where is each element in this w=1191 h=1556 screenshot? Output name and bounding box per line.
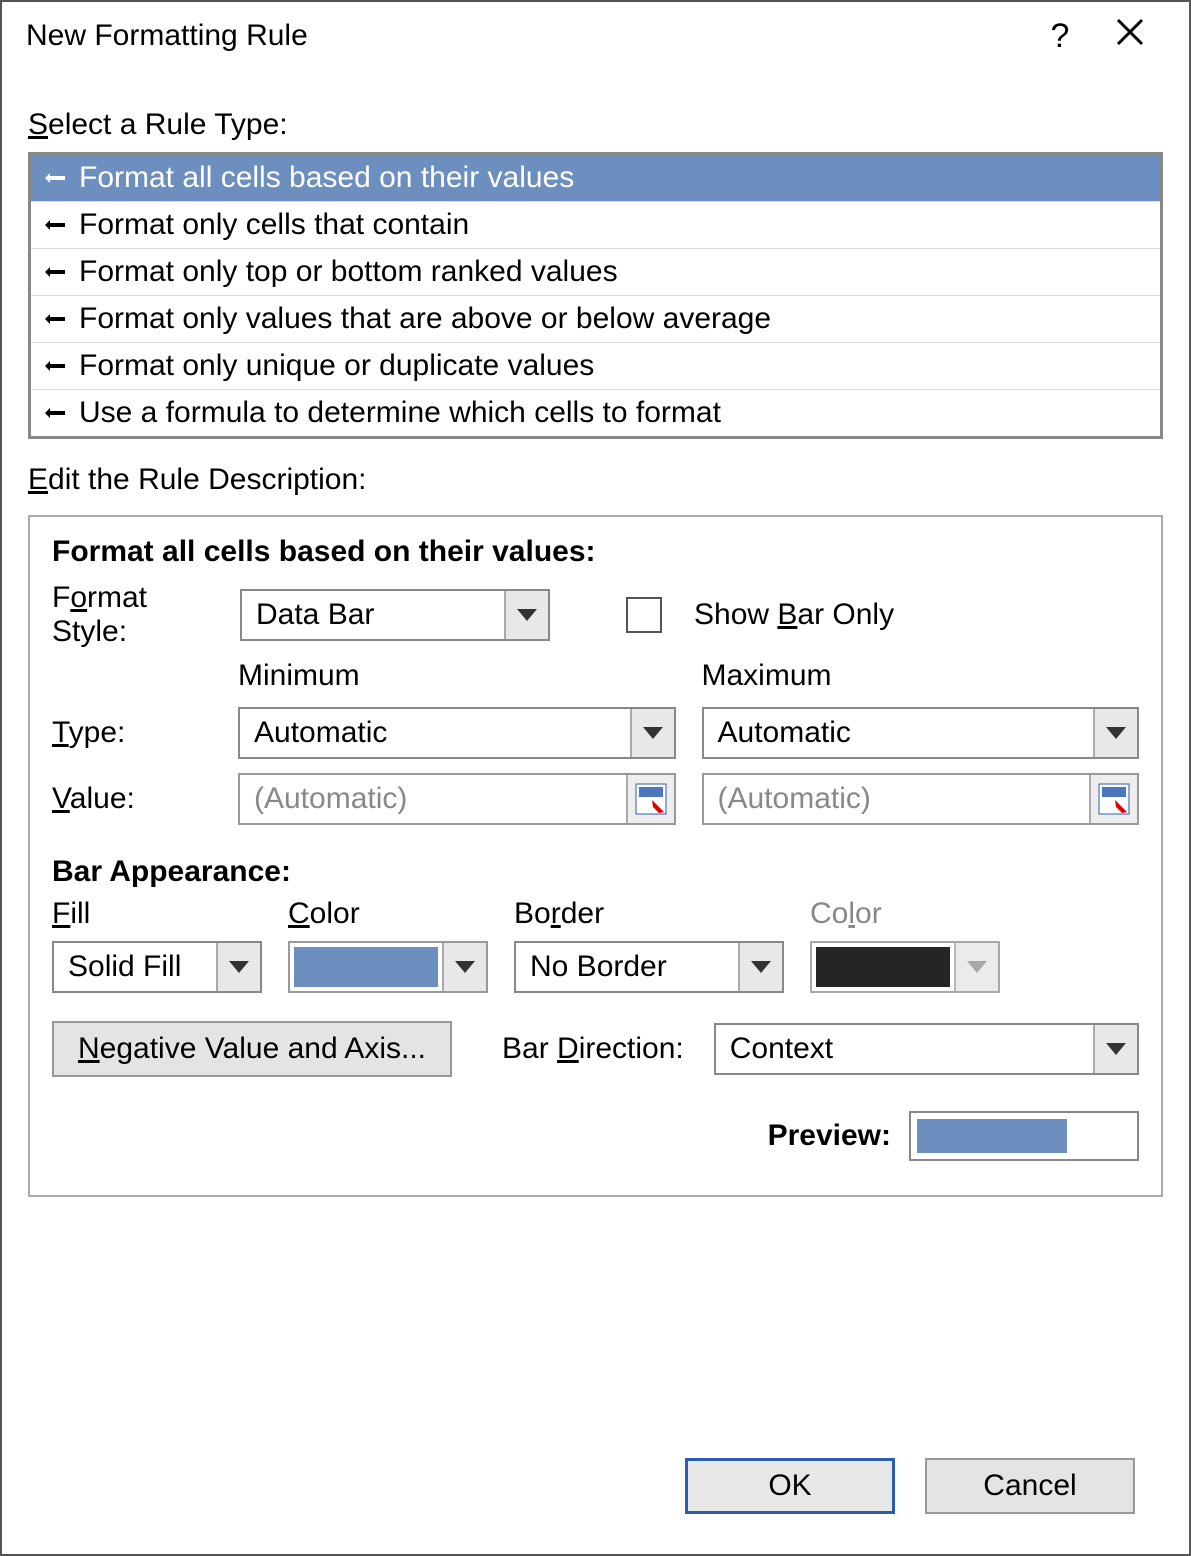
bar-direction-combo[interactable]: Context <box>714 1023 1139 1075</box>
format-style-label: Format Style: <box>52 581 222 649</box>
rule-type-text: Format only top or bottom ranked values <box>79 255 618 289</box>
rule-type-item[interactable]: Format all cells based on their values <box>31 155 1160 202</box>
rule-type-text: Format only values that are above or bel… <box>79 302 771 336</box>
preview-label: Preview: <box>768 1119 891 1153</box>
ok-button[interactable]: OK <box>685 1458 895 1514</box>
chevron-down-icon <box>630 709 674 757</box>
format-style-value: Data Bar <box>242 598 504 632</box>
show-bar-only-checkbox[interactable] <box>626 597 662 633</box>
titlebar: New Formatting Rule ? <box>2 2 1189 70</box>
border-color-label: Color <box>810 897 1000 931</box>
rule-type-item[interactable]: Format only values that are above or bel… <box>31 296 1160 343</box>
rule-description-panel: Format all cells based on their values: … <box>28 515 1163 1197</box>
min-type-value: Automatic <box>240 716 630 750</box>
range-picker-icon <box>1097 782 1131 816</box>
fill-color-swatch <box>294 947 438 987</box>
help-button[interactable]: ? <box>1025 17 1095 56</box>
cancel-button[interactable]: Cancel <box>925 1458 1135 1514</box>
fill-label: Fill <box>52 897 262 931</box>
chevron-down-icon <box>1093 1025 1137 1073</box>
edit-rule-desc-label: Edit the Rule Description: <box>28 463 1163 497</box>
max-value-text: (Automatic) <box>704 782 1090 816</box>
rule-type-text: Format only cells that contain <box>79 208 469 242</box>
border-combo[interactable]: No Border <box>514 941 784 993</box>
flag-icon <box>45 359 65 373</box>
chevron-down-icon <box>442 943 486 991</box>
bar-appearance-label: Bar Appearance: <box>52 855 1139 889</box>
new-formatting-rule-dialog: New Formatting Rule ? Select a Rule Type… <box>0 0 1191 1556</box>
border-value: No Border <box>516 950 738 984</box>
fill-value: Solid Fill <box>54 950 216 984</box>
fill-color-combo[interactable] <box>288 941 488 993</box>
chevron-down-icon <box>954 943 998 991</box>
negative-value-axis-button[interactable]: Negative Value and Axis... <box>52 1021 452 1077</box>
close-icon <box>1115 17 1145 47</box>
flag-icon <box>45 312 65 326</box>
rule-type-text: Use a formula to determine which cells t… <box>79 396 721 430</box>
range-picker-button[interactable] <box>1089 775 1137 823</box>
fill-combo[interactable]: Solid Fill <box>52 941 262 993</box>
border-color-swatch <box>816 947 950 987</box>
preview-bar <box>917 1119 1067 1153</box>
select-rule-type-label: Select a Rule Type: <box>28 108 1163 142</box>
rule-type-item[interactable]: Format only top or bottom ranked values <box>31 249 1160 296</box>
minimum-header: Minimum <box>238 659 676 693</box>
bar-direction-value: Context <box>716 1032 1093 1066</box>
rule-type-item[interactable]: Format only cells that contain <box>31 202 1160 249</box>
flag-icon <box>45 171 65 185</box>
max-value-field[interactable]: (Automatic) <box>702 773 1140 825</box>
type-label: Type: <box>52 716 212 750</box>
border-label: Border <box>514 897 784 931</box>
rule-type-listbox[interactable]: Format all cells based on their values F… <box>28 152 1163 439</box>
flag-icon <box>45 406 65 420</box>
maximum-header: Maximum <box>702 659 1140 693</box>
chevron-down-icon <box>504 591 548 639</box>
fill-color-label: Color <box>288 897 488 931</box>
min-type-combo[interactable]: Automatic <box>238 707 676 759</box>
preview-box <box>909 1111 1139 1161</box>
close-button[interactable] <box>1095 17 1165 56</box>
bar-direction-label: Bar Direction: <box>502 1032 684 1066</box>
range-picker-icon <box>634 782 668 816</box>
rule-type-text: Format only unique or duplicate values <box>79 349 594 383</box>
max-type-combo[interactable]: Automatic <box>702 707 1140 759</box>
show-bar-only-label: Show Bar Only <box>694 598 894 632</box>
rule-type-item[interactable]: Use a formula to determine which cells t… <box>31 390 1160 436</box>
min-value-field[interactable]: (Automatic) <box>238 773 676 825</box>
rule-type-text: Format all cells based on their values <box>79 161 574 195</box>
flag-icon <box>45 265 65 279</box>
chevron-down-icon <box>216 943 260 991</box>
flag-icon <box>45 218 65 232</box>
panel-title: Format all cells based on their values: <box>52 535 1139 569</box>
min-value-text: (Automatic) <box>240 782 626 816</box>
range-picker-button[interactable] <box>626 775 674 823</box>
chevron-down-icon <box>738 943 782 991</box>
max-type-value: Automatic <box>704 716 1094 750</box>
border-color-combo <box>810 941 1000 993</box>
dialog-title: New Formatting Rule <box>26 19 1025 53</box>
dialog-footer: OK Cancel <box>28 1458 1163 1532</box>
chevron-down-icon <box>1093 709 1137 757</box>
value-label: Value: <box>52 782 212 816</box>
rule-type-item[interactable]: Format only unique or duplicate values <box>31 343 1160 390</box>
format-style-combo[interactable]: Data Bar <box>240 589 550 641</box>
